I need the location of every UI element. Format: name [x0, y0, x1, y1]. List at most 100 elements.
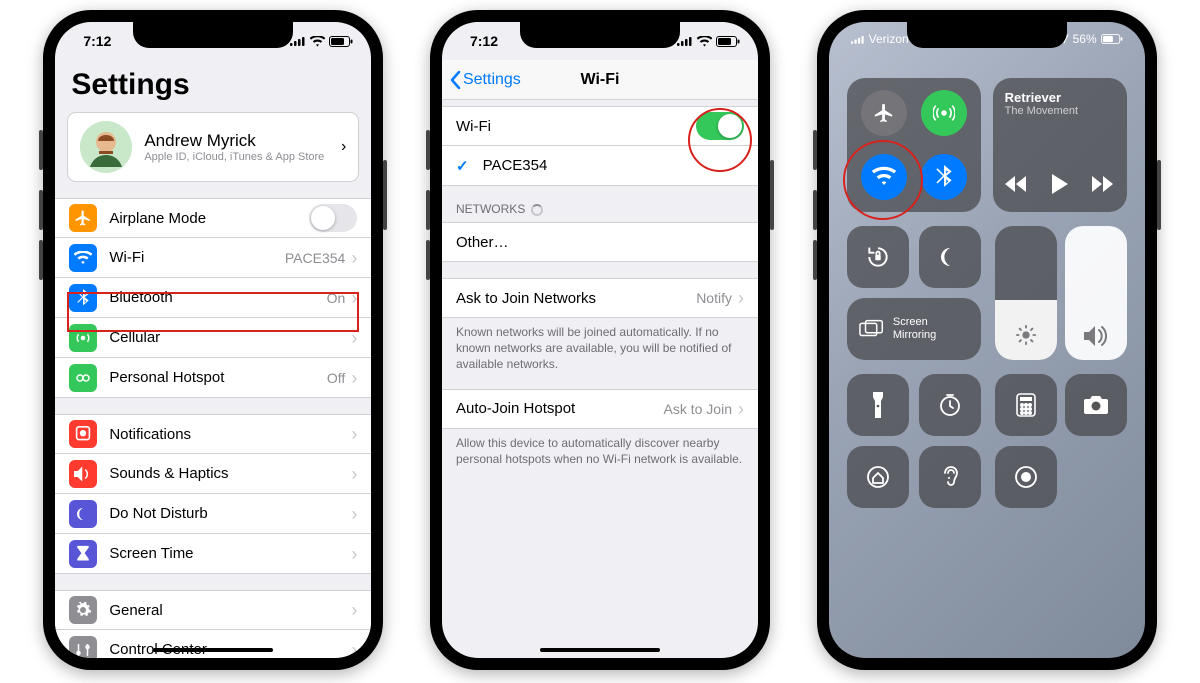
row-value: On	[327, 290, 346, 306]
row-screen-time[interactable]: Screen Time›	[55, 534, 371, 574]
chevron-left-icon	[450, 71, 461, 89]
timer-button[interactable]	[919, 374, 981, 436]
notch	[907, 22, 1067, 48]
track-artist: The Movement	[1005, 105, 1115, 117]
row-value: Off	[327, 370, 345, 386]
airplane-toggle[interactable]	[861, 90, 907, 136]
track-title: Retriever	[1005, 90, 1115, 105]
home-indicator[interactable]	[540, 648, 660, 652]
back-button[interactable]: Settings	[450, 71, 521, 89]
home-button[interactable]	[847, 446, 909, 508]
row-personal-hotspot[interactable]: Personal HotspotOff ›	[55, 358, 371, 398]
carrier: Verizon	[869, 32, 909, 46]
connected-network-row[interactable]: ✓ PACE354	[442, 146, 758, 186]
chevron-icon: ›	[351, 249, 357, 267]
other-label: Other…	[456, 234, 744, 251]
connected-network-name: PACE354	[483, 157, 744, 174]
screen-record-button[interactable]	[995, 446, 1057, 508]
hotspot-icon	[69, 364, 97, 392]
wifi-toggle-row[interactable]: Wi-Fi	[442, 106, 758, 146]
bluetooth-icon	[69, 284, 97, 312]
next-icon[interactable]	[1092, 176, 1114, 192]
row-notifications[interactable]: Notifications›	[55, 414, 371, 454]
navbar-title: Wi-Fi	[581, 71, 620, 89]
row-label: Sounds & Haptics	[109, 465, 351, 482]
chevron-icon: ›	[351, 465, 357, 483]
row-wi-fi[interactable]: Wi-FiPACE354 ›	[55, 238, 371, 278]
play-icon[interactable]	[1052, 174, 1068, 194]
wifi-toggle-cc[interactable]	[861, 154, 907, 200]
battery-pct: 56%	[1073, 32, 1097, 46]
chevron-icon: ›	[351, 505, 357, 523]
navbar: Settings Wi-Fi	[442, 60, 758, 100]
row-general[interactable]: General›	[55, 590, 371, 630]
networks-header: NETWORKS	[442, 186, 758, 222]
orientation-lock-button[interactable]	[847, 226, 909, 288]
chevron-icon: ›	[351, 601, 357, 619]
row-cellular[interactable]: Cellular›	[55, 318, 371, 358]
battery-icon	[1101, 34, 1123, 44]
screen-mirroring-button[interactable]: Screen Mirroring	[847, 298, 981, 360]
row-do-not-disturb[interactable]: Do Not Disturb›	[55, 494, 371, 534]
chevron-icon: ›	[351, 425, 357, 443]
row-control-center[interactable]: Control Center›	[55, 630, 371, 658]
row-label: General	[109, 602, 351, 619]
home-indicator[interactable]	[153, 648, 273, 652]
prev-icon[interactable]	[1005, 176, 1027, 192]
wifi-status-icon	[697, 36, 712, 47]
status-time: 7:12	[83, 33, 111, 49]
wifi-toggle-label: Wi-Fi	[456, 118, 696, 135]
row-sounds-haptics[interactable]: Sounds & Haptics›	[55, 454, 371, 494]
row-label: Do Not Disturb	[109, 505, 351, 522]
avatar	[80, 121, 132, 173]
bluetooth-toggle[interactable]	[921, 154, 967, 200]
profile-row[interactable]: Andrew Myrick Apple ID, iCloud, iTunes &…	[67, 112, 359, 182]
row-label: Notifications	[109, 426, 351, 443]
wifi-toggle[interactable]	[696, 112, 744, 140]
airplane-icon	[69, 204, 97, 232]
signal-icon	[290, 36, 306, 46]
row-label: Bluetooth	[109, 289, 326, 306]
cellular-toggle[interactable]	[921, 90, 967, 136]
dnd-button[interactable]	[919, 226, 981, 288]
notch	[133, 22, 293, 48]
row-label: Airplane Mode	[109, 210, 309, 227]
phone-control-center: Verizon 56%	[817, 10, 1157, 670]
brightness-slider[interactable]	[995, 226, 1057, 360]
chevron-icon: ›	[341, 138, 346, 156]
brightness-icon	[1015, 324, 1037, 346]
notch	[520, 22, 680, 48]
chevron-icon: ›	[351, 369, 357, 387]
profile-sub: Apple ID, iCloud, iTunes & App Store	[144, 151, 329, 163]
now-playing-tile[interactable]: Retriever The Movement	[993, 78, 1127, 212]
profile-name: Andrew Myrick	[144, 131, 329, 151]
auto-join-row[interactable]: Auto-Join Hotspot Ask to Join ›	[442, 389, 758, 429]
mirroring-label: Screen Mirroring	[893, 316, 969, 342]
row-bluetooth[interactable]: BluetoothOn›	[55, 278, 371, 318]
notifications-icon	[69, 420, 97, 448]
row-value: PACE354	[285, 250, 345, 266]
flashlight-button[interactable]	[847, 374, 909, 436]
switch[interactable]	[309, 204, 357, 232]
row-label: Wi-Fi	[109, 249, 285, 266]
calculator-button[interactable]	[995, 374, 1057, 436]
auto-footnote: Allow this device to automatically disco…	[442, 429, 758, 467]
chevron-icon: ›	[351, 545, 357, 563]
page-title: Settings	[55, 60, 371, 112]
volume-slider[interactable]	[1065, 226, 1127, 360]
row-label: Personal Hotspot	[109, 369, 327, 386]
row-airplane-mode[interactable]: Airplane Mode	[55, 198, 371, 238]
spinner-icon	[531, 204, 543, 216]
phone-wifi: 7:12 Settings Wi-Fi Wi-Fi ✓ PACE354	[430, 10, 770, 670]
ask-label: Ask to Join Networks	[456, 290, 696, 307]
ask-to-join-row[interactable]: Ask to Join Networks Notify ›	[442, 278, 758, 318]
connectivity-tile	[847, 78, 981, 212]
other-network-row[interactable]: Other…	[442, 222, 758, 262]
hearing-button[interactable]	[919, 446, 981, 508]
dnd-icon	[69, 500, 97, 528]
signal-icon	[677, 36, 693, 46]
camera-button[interactable]	[1065, 374, 1127, 436]
battery-icon	[329, 36, 353, 47]
battery-icon	[716, 36, 740, 47]
sounds-icon	[69, 460, 97, 488]
